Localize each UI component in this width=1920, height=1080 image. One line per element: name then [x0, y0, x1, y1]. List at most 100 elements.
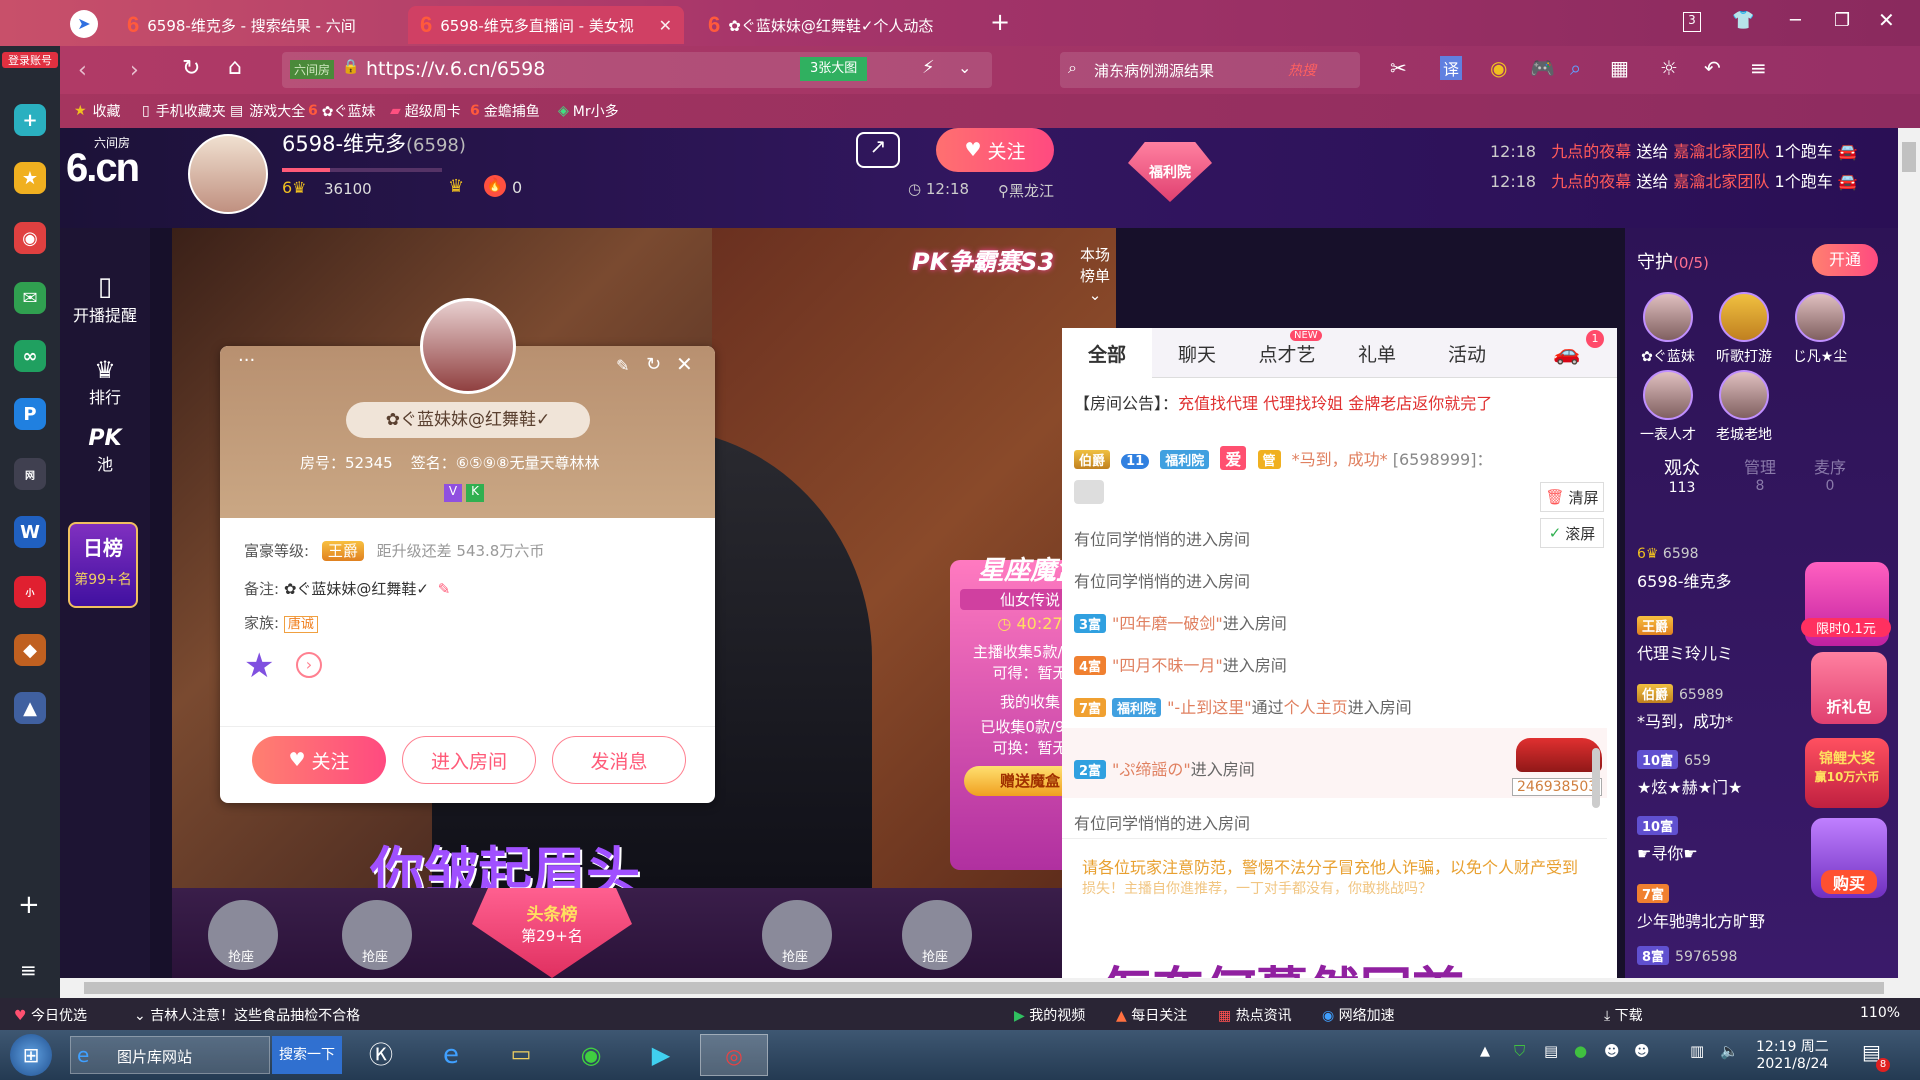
headline-badge[interactable]: 头条榜 第29+名 — [472, 888, 632, 978]
translate-icon[interactable]: 译 — [1440, 56, 1463, 80]
lightning-icon[interactable]: ⚡ — [922, 57, 935, 78]
site-logo[interactable]: 六间房 6.cn — [66, 134, 146, 194]
zoom-level[interactable]: 110% — [1860, 1005, 1900, 1021]
news-item[interactable]: ♥ 今日优选 — [14, 1005, 87, 1025]
more-icon[interactable]: ··· — [238, 350, 255, 371]
viewer-5[interactable]: ☛寻你☛ — [1637, 840, 1698, 864]
card-follow-button[interactable]: ♥ 关注 — [252, 736, 386, 784]
card-avatar[interactable] — [420, 298, 516, 394]
forward-icon[interactable]: › — [130, 58, 139, 83]
search-box[interactable]: ⌕ 浦东病例溯源结果 热搜 — [1060, 52, 1360, 88]
p-app-icon[interactable]: P — [14, 398, 46, 430]
network-icon[interactable]: ▥ — [1690, 1042, 1704, 1060]
minimize-icon[interactable]: ─ — [1790, 10, 1801, 31]
tab-search[interactable]: 6 6598-维克多 - 搜索结果 - 六间 — [115, 6, 405, 44]
my-video[interactable]: ▶ 我的视频 — [1014, 1005, 1085, 1025]
viewer-2[interactable]: 代理ミ玲儿ミ — [1637, 640, 1733, 664]
refresh-icon[interactable]: ↻ — [646, 354, 661, 375]
seat-3[interactable]: 抢座 — [762, 900, 832, 970]
tray-qq-icon[interactable]: ☻ — [1604, 1042, 1620, 1060]
tray-qq-icon-2[interactable]: ☻ — [1634, 1042, 1650, 1060]
promo-chest[interactable]: 购买 — [1811, 818, 1887, 898]
guard-4[interactable]: 一表人才 — [1633, 370, 1703, 444]
promo-heart[interactable]: 限时0.1元 — [1801, 562, 1891, 646]
bookmark-fish[interactable]: 6 金蟾捕鱼 — [470, 94, 540, 128]
tab-gifts[interactable]: 礼单 — [1332, 328, 1422, 378]
chevron-down-icon[interactable]: ⌄ — [958, 58, 971, 77]
open-guard-button[interactable]: 开通 — [1812, 244, 1878, 276]
promo-giftbox[interactable]: 折礼包 — [1811, 652, 1887, 724]
bookmark-mobile[interactable]: ▯ 手机收藏夹 — [142, 94, 226, 128]
tab-admins[interactable]: 管理 8 — [1725, 454, 1795, 494]
edit-icon[interactable]: ✎ — [438, 580, 451, 598]
tab-queue[interactable]: 麦序 0 — [1795, 454, 1865, 494]
gamepad-icon[interactable]: 🎮 — [1530, 56, 1555, 80]
browser-app-icon[interactable]: ◉ — [560, 1034, 622, 1076]
tab-audience[interactable]: 观众 113 — [1637, 454, 1727, 496]
welfare-badge[interactable]: 福利院 — [1128, 142, 1212, 202]
chat-user[interactable]: "-止到这里" — [1167, 698, 1252, 717]
seat-4[interactable]: 抢座 — [902, 900, 972, 970]
login-label[interactable]: 登录账号 — [2, 52, 58, 68]
close-icon[interactable]: ✕ — [659, 16, 672, 35]
scroll-thumb[interactable] — [1902, 142, 1916, 172]
hot-news[interactable]: ▦ 热点资讯 — [1218, 1005, 1292, 1025]
close-icon[interactable]: ✕ — [676, 352, 693, 376]
big-image-button[interactable]: 3张大图 — [800, 57, 868, 81]
enter-room-button[interactable]: 进入房间 — [402, 736, 536, 784]
back-icon[interactable]: ‹ — [78, 58, 87, 83]
tab-count[interactable]: 3 — [1683, 12, 1701, 32]
folder-icon[interactable]: ▭ — [490, 1034, 552, 1076]
guard-5[interactable]: 老城老地 — [1709, 370, 1779, 444]
chat-user[interactable]: "四月不昧一月" — [1112, 656, 1223, 675]
link-icon[interactable]: ∞ — [14, 340, 46, 372]
word-icon[interactable]: W — [14, 516, 46, 548]
headline-news[interactable]: ⌄ 吉林人注意！这些食品抽检不合格 — [134, 1005, 360, 1025]
search-button[interactable]: 搜索一下 — [272, 1036, 342, 1074]
hot-label[interactable]: 热搜 — [1288, 60, 1316, 80]
grid-icon[interactable]: ▦ — [1610, 56, 1629, 80]
viewer-3[interactable]: *马到，成功* — [1637, 708, 1733, 732]
ie-app-icon[interactable]: e — [420, 1034, 482, 1076]
clock[interactable]: 12:19 周二 2021/8/24 — [1756, 1036, 1829, 1072]
news-app-icon[interactable]: 网 — [14, 458, 46, 490]
mail-icon[interactable]: ✉ — [14, 282, 46, 314]
favorite-icon[interactable]: ★ — [14, 162, 46, 194]
host-avatar[interactable] — [188, 134, 268, 214]
ie-taskbar-item[interactable]: e 图片库网站 — [70, 1036, 270, 1074]
seat-2[interactable]: 抢座 — [342, 900, 412, 970]
net-speedup[interactable]: ◉ 网络加速 — [1322, 1005, 1395, 1025]
pk-button[interactable]: PK 池 — [60, 426, 150, 475]
daily-rank-badge[interactable]: 日榜 第99+名 — [68, 522, 138, 608]
tray-green-icon[interactable]: ● — [1574, 1042, 1587, 1060]
share-icon[interactable]: ↗ — [856, 132, 900, 168]
url-box[interactable]: 六间房 🔒 https://v.6.cn/6598 3张大图 ⚡ ⌄ — [282, 52, 992, 88]
tray-doc-icon[interactable]: ▤ — [1544, 1042, 1558, 1060]
menu-icon[interactable]: ≡ — [20, 958, 37, 982]
session-rank[interactable]: 本场 榜单 ⌄ — [1080, 244, 1110, 304]
send-message-button[interactable]: 发消息 — [552, 736, 686, 784]
bookmark-mr[interactable]: ◈ Mr小多 — [558, 94, 619, 128]
remind-button[interactable]: ▯ 开播提醒 — [60, 272, 150, 326]
coin-icon[interactable]: ◉ — [1490, 56, 1507, 80]
expand-arrow-icon[interactable]: › — [296, 652, 322, 678]
game-icon-2[interactable]: ▲ — [14, 692, 46, 724]
clear-screen-button[interactable]: 🗑 清屏 — [1540, 482, 1604, 512]
daily-follow[interactable]: ▲ 每日关注 — [1116, 1005, 1187, 1025]
scroll-thumb[interactable] — [84, 982, 1884, 994]
bookmark-favorites[interactable]: ★ 收藏 — [74, 94, 121, 128]
tab-profile[interactable]: 6 ✿ぐ蓝妹妹@红舞鞋✓个人动态 — [696, 6, 986, 44]
rank-button[interactable]: ♛ 排行 — [60, 356, 150, 408]
guard-1[interactable]: ✿ぐ蓝妹 — [1633, 292, 1703, 366]
undo-icon[interactable]: ↶ — [1704, 56, 1721, 80]
family-value[interactable]: 唐诚 — [283, 616, 318, 633]
viewer-4[interactable]: ★炫★赫★门★ — [1637, 774, 1742, 798]
guard-3[interactable]: じ凡★尘 — [1785, 292, 1855, 366]
guard-2[interactable]: 听歌打游 — [1709, 292, 1779, 366]
tray-arrow-icon[interactable]: ▲ — [1480, 1044, 1490, 1059]
bookmark-blue[interactable]: 6 ✿ぐ蓝妹 — [308, 94, 375, 128]
app-icon-1[interactable]: + — [14, 104, 46, 136]
profile-link[interactable]: 个人主页 — [1284, 698, 1348, 717]
window-close-icon[interactable]: ✕ — [1878, 8, 1895, 32]
viewer-6[interactable]: 少年驰骋北方旷野 — [1637, 908, 1765, 932]
